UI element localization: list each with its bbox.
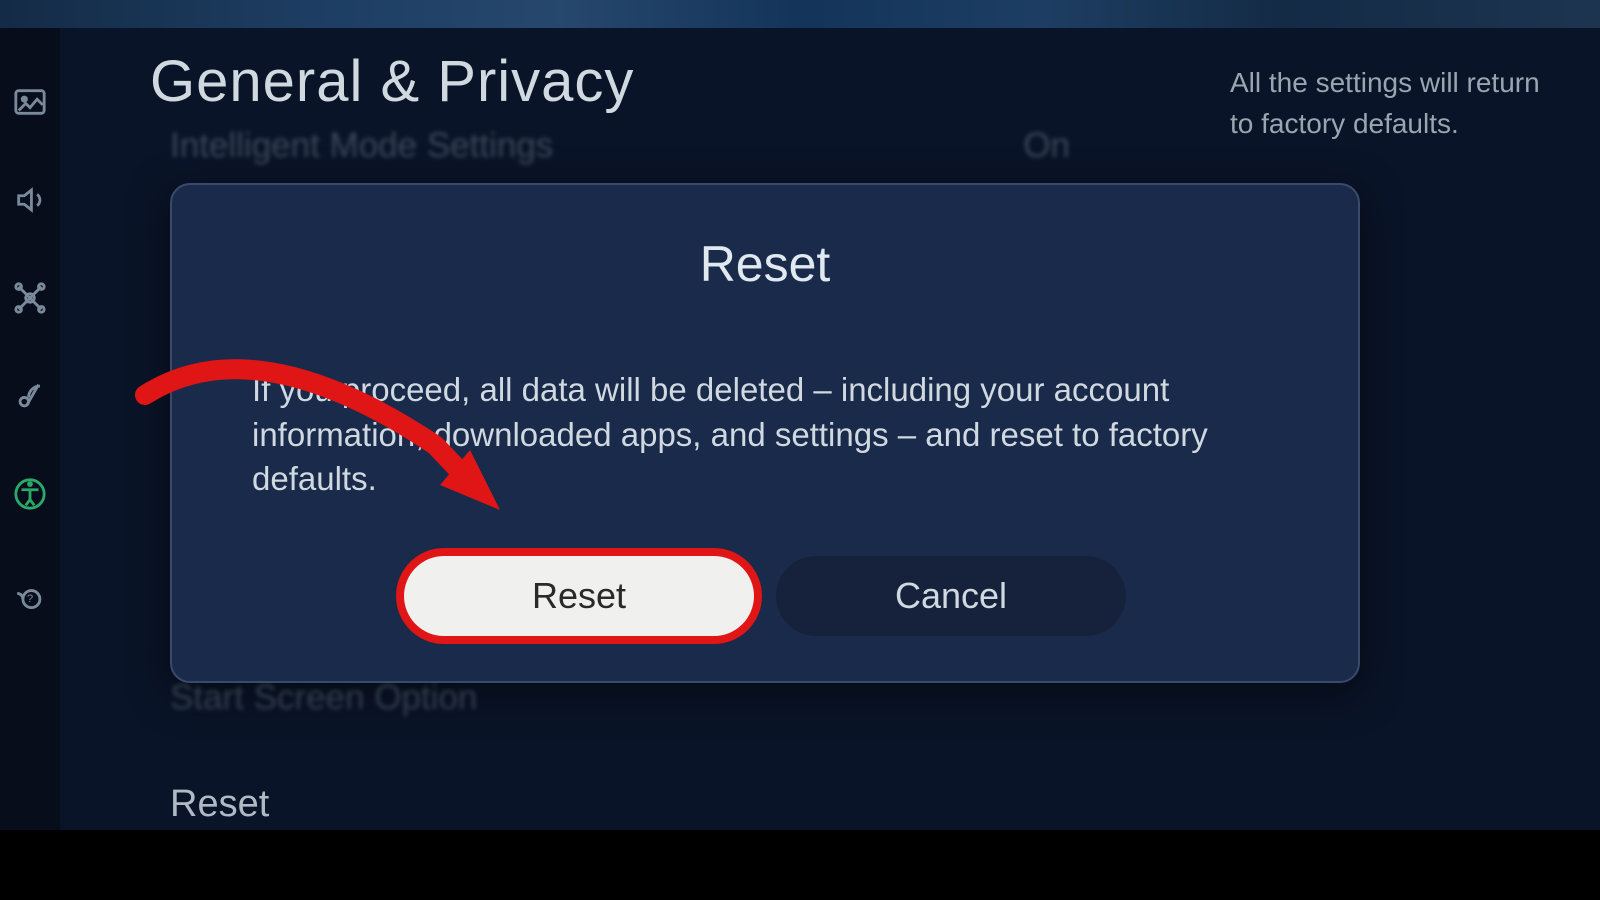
letterbox-bottom [0, 830, 1600, 900]
dialog-title: Reset [172, 235, 1358, 293]
sound-icon[interactable] [11, 181, 49, 219]
intelligent-mode-row-value: On [1023, 126, 1070, 166]
support-icon[interactable]: ? [11, 573, 49, 611]
broadcast-icon[interactable] [11, 377, 49, 415]
accessibility-icon[interactable] [11, 475, 49, 513]
svg-text:?: ? [27, 593, 33, 605]
cancel-button[interactable]: Cancel [776, 556, 1126, 636]
settings-sidebar: ? [0, 28, 60, 830]
picture-icon[interactable] [11, 83, 49, 121]
start-screen-row-label: Start Screen Option [170, 678, 477, 718]
reset-button[interactable]: Reset [404, 556, 754, 636]
wallpaper-strip [0, 0, 1600, 28]
connection-icon[interactable] [11, 279, 49, 317]
dialog-body-text: If you proceed, all data will be deleted… [252, 368, 1278, 502]
main-content: General & Privacy Intelligent Mode Setti… [60, 28, 1600, 830]
page-title: General & Privacy [150, 48, 634, 115]
intelligent-mode-row-label: Intelligent Mode Settings [170, 126, 553, 166]
reset-menu-row-label[interactable]: Reset [170, 783, 269, 826]
dialog-button-row: Reset Cancel [172, 556, 1358, 636]
setting-description: All the settings will return to factory … [1230, 63, 1570, 144]
reset-dialog: Reset If you proceed, all data will be d… [170, 183, 1360, 683]
